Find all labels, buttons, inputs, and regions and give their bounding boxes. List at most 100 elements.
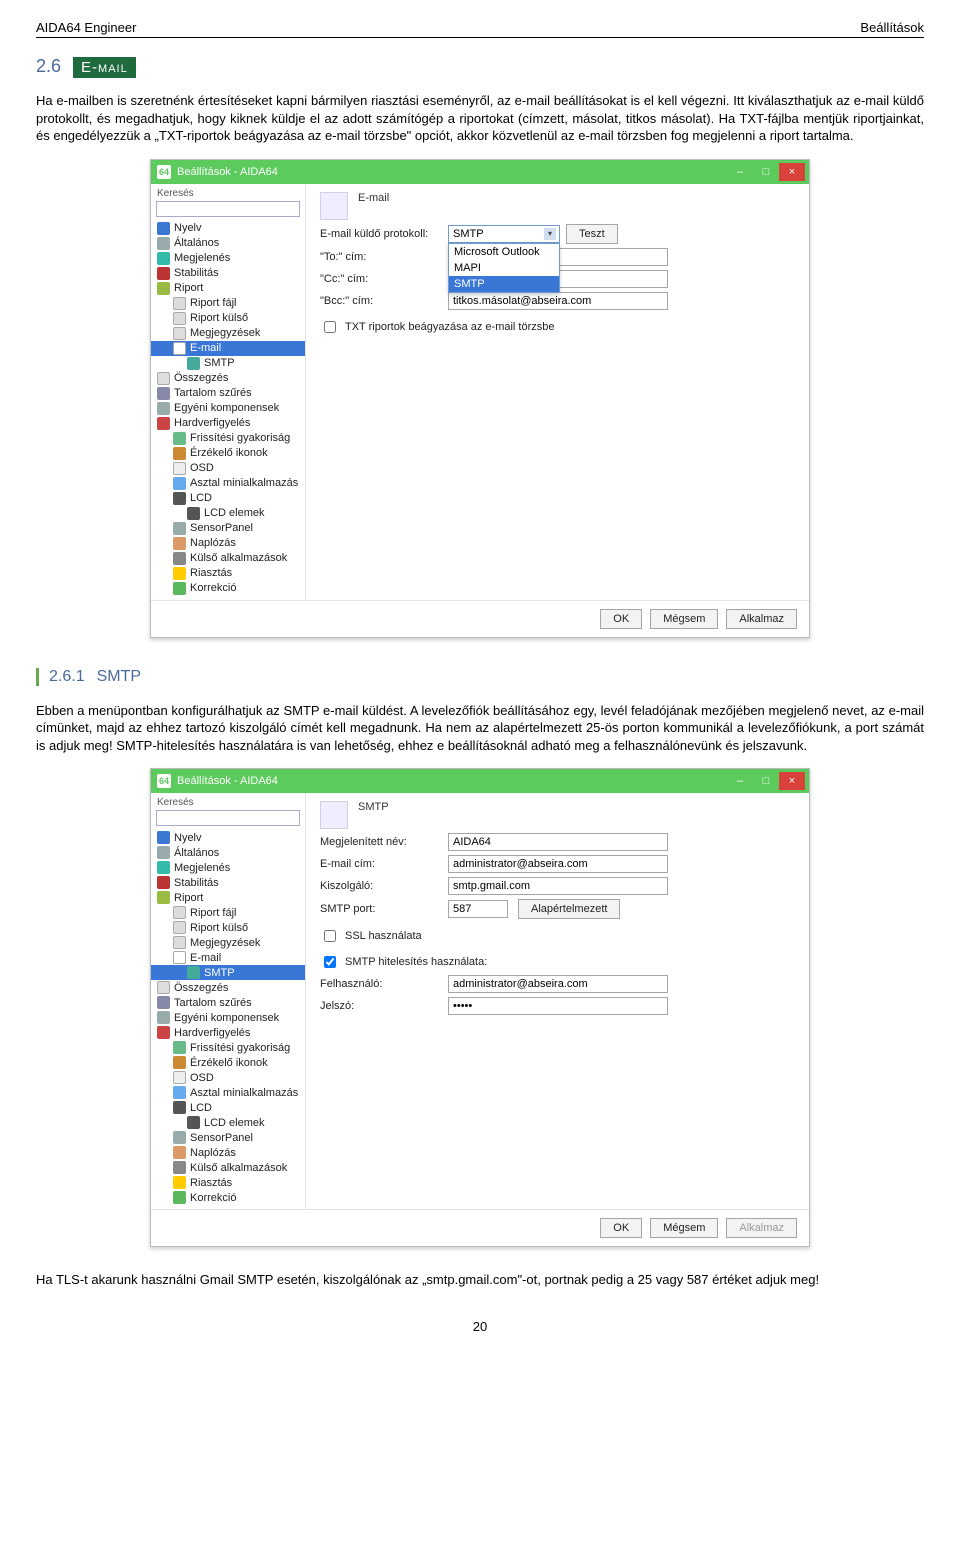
panel-title: SMTP [320, 801, 795, 813]
tree-item[interactable]: Megjegyzések [151, 326, 305, 341]
tree-item[interactable]: Naplózás [151, 1145, 305, 1160]
protocol-option[interactable]: SMTP [449, 276, 559, 292]
cancel-button[interactable]: Mégsem [650, 609, 718, 629]
tree-item[interactable]: E-mail [151, 341, 305, 356]
tree-item[interactable]: Frissítési gyakoriság [151, 431, 305, 446]
tree-item[interactable]: Riport [151, 281, 305, 296]
close-icon[interactable]: × [779, 772, 805, 790]
tree-item[interactable]: Egyéni komponensek [151, 1010, 305, 1025]
tree-item[interactable]: SMTP [151, 356, 305, 371]
tree-item[interactable]: Korrekció [151, 1190, 305, 1205]
test-button[interactable]: Teszt [566, 224, 618, 244]
tree-item[interactable]: Stabilitás [151, 875, 305, 890]
tree-item-icon [173, 537, 186, 550]
username-input[interactable] [448, 975, 668, 993]
close-icon[interactable]: × [779, 163, 805, 181]
tree-item[interactable]: OSD [151, 461, 305, 476]
tree-search-input[interactable] [156, 810, 300, 826]
tree-item[interactable]: Frissítési gyakoriság [151, 1040, 305, 1055]
default-port-button[interactable]: Alapértelmezett [518, 899, 620, 919]
port-input[interactable] [448, 900, 508, 918]
tree-item-icon [157, 372, 170, 385]
tree-item-label: LCD [190, 492, 212, 504]
tree-item[interactable]: Külső alkalmazások [151, 1160, 305, 1175]
tree-item[interactable]: Tartalom szűrés [151, 386, 305, 401]
minimize-icon[interactable]: – [727, 772, 753, 790]
tree-item[interactable]: Hardverfigyelés [151, 416, 305, 431]
tree-item[interactable]: LCD elemek [151, 1115, 305, 1130]
tree-item[interactable]: Asztal minialkalmazás [151, 476, 305, 491]
window-title: Beállítások - AIDA64 [177, 775, 278, 787]
tree-item[interactable]: Riport fájl [151, 296, 305, 311]
tree-item[interactable]: Külső alkalmazások [151, 551, 305, 566]
tree-item[interactable]: Riport [151, 890, 305, 905]
ssl-checkbox[interactable] [324, 930, 336, 942]
tree-search-input[interactable] [156, 201, 300, 217]
displayname-input[interactable] [448, 833, 668, 851]
tree-item[interactable]: Naplózás [151, 536, 305, 551]
tree-item[interactable]: Egyéni komponensek [151, 401, 305, 416]
tree-item[interactable]: Nyelv [151, 221, 305, 236]
section-title: E-mail [73, 57, 136, 78]
tree-item[interactable]: Asztal minialkalmazás [151, 1085, 305, 1100]
ok-button[interactable]: OK [600, 609, 642, 629]
bcc-input[interactable] [448, 292, 668, 310]
tree-item[interactable]: Hardverfigyelés [151, 1025, 305, 1040]
ok-button[interactable]: OK [600, 1218, 642, 1238]
tree-item[interactable]: Riasztás [151, 566, 305, 581]
username-label: Felhasználó: [320, 978, 438, 990]
minimize-icon[interactable]: – [727, 163, 753, 181]
smtp-auth-checkbox[interactable] [324, 956, 336, 968]
tree-item[interactable]: Megjegyzések [151, 935, 305, 950]
protocol-option[interactable]: MAPI [449, 260, 559, 276]
tree-item[interactable]: Riport külső [151, 920, 305, 935]
chevron-down-icon[interactable]: ▾ [544, 228, 556, 240]
tree-item-icon [157, 1011, 170, 1024]
apply-button[interactable]: Alkalmaz [726, 609, 797, 629]
tree-item[interactable]: E-mail [151, 950, 305, 965]
server-input[interactable] [448, 877, 668, 895]
tree-item[interactable]: Összegzés [151, 371, 305, 386]
tree-item[interactable]: SensorPanel [151, 1130, 305, 1145]
tree-item[interactable]: Megjelenés [151, 251, 305, 266]
tree-item[interactable]: SMTP [151, 965, 305, 980]
tree-item-icon [173, 1146, 186, 1159]
tree-item[interactable]: Tartalom szűrés [151, 995, 305, 1010]
txt-embed-checkbox[interactable] [324, 321, 336, 333]
settings-tree[interactable]: Keresés NyelvÁltalánosMegjelenésStabilit… [151, 793, 306, 1209]
tree-item-label: Egyéni komponensek [174, 1012, 279, 1024]
tree-item[interactable]: Érzékelő ikonok [151, 446, 305, 461]
tree-item[interactable]: Korrekció [151, 581, 305, 596]
tree-item[interactable]: Általános [151, 236, 305, 251]
tree-item-label: Összegzés [174, 372, 228, 384]
tree-item-label: Tartalom szűrés [174, 997, 252, 1009]
settings-tree[interactable]: Keresés NyelvÁltalánosMegjelenésStabilit… [151, 184, 306, 600]
tree-item[interactable]: Általános [151, 845, 305, 860]
tree-item[interactable]: SensorPanel [151, 521, 305, 536]
tree-item[interactable]: Érzékelő ikonok [151, 1055, 305, 1070]
subsection-title: SMTP [97, 668, 141, 686]
tree-item[interactable]: LCD elemek [151, 506, 305, 521]
apply-button[interactable]: Alkalmaz [726, 1218, 797, 1238]
tree-item[interactable]: Riport fájl [151, 905, 305, 920]
email-input[interactable] [448, 855, 668, 873]
tree-item[interactable]: Riasztás [151, 1175, 305, 1190]
tree-item[interactable]: LCD [151, 491, 305, 506]
window-titlebar: 64 Beállítások - AIDA64 – □ × [151, 769, 809, 793]
tree-item[interactable]: Stabilitás [151, 266, 305, 281]
tree-item[interactable]: LCD [151, 1100, 305, 1115]
tree-item-icon [173, 327, 186, 340]
tree-item[interactable]: Összegzés [151, 980, 305, 995]
tree-item[interactable]: OSD [151, 1070, 305, 1085]
tree-item-label: Egyéni komponensek [174, 402, 279, 414]
cancel-button[interactable]: Mégsem [650, 1218, 718, 1238]
tree-item-icon [173, 1131, 186, 1144]
tree-item[interactable]: Megjelenés [151, 860, 305, 875]
password-input[interactable] [448, 997, 668, 1015]
maximize-icon[interactable]: □ [753, 772, 779, 790]
protocol-option[interactable]: Microsoft Outlook [449, 244, 559, 260]
tree-item[interactable]: Nyelv [151, 830, 305, 845]
tree-item[interactable]: Riport külső [151, 311, 305, 326]
maximize-icon[interactable]: □ [753, 163, 779, 181]
protocol-dropdown-list[interactable]: Microsoft Outlook MAPI SMTP [448, 243, 560, 293]
